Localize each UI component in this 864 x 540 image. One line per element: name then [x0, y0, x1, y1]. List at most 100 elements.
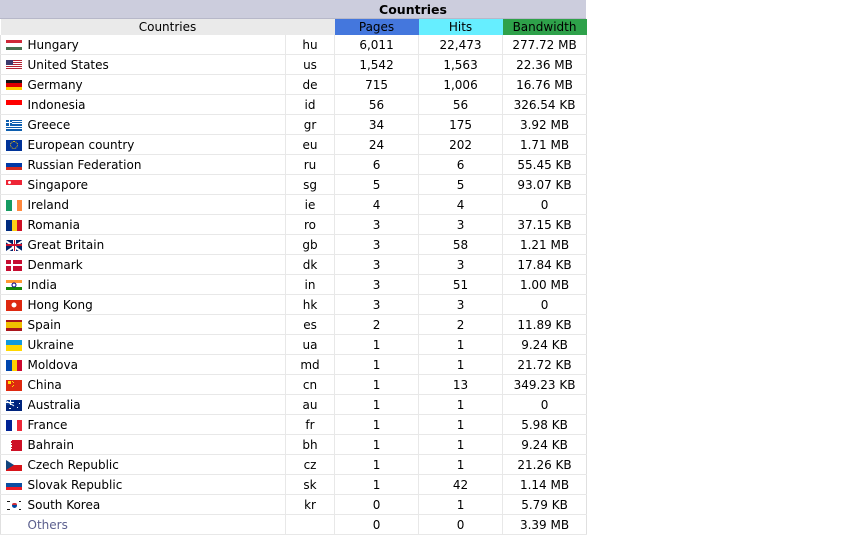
country-code-cell: ua [285, 334, 336, 355]
country-code-cell: kr [285, 494, 336, 515]
hits-cell: 1 [418, 334, 504, 355]
table-row[interactable]: Russian Federation ru 6 6 55.45 KB [0, 154, 588, 175]
table-row[interactable]: Romania ro 3 3 37.15 KB [0, 214, 588, 235]
table-row[interactable]: Ireland ie 4 4 0 [0, 194, 588, 215]
table-row[interactable]: European country eu 24 202 1.71 MB [0, 134, 588, 155]
country-name-cell: Australia [27, 394, 286, 415]
bandwidth-cell: 22.36 MB [502, 54, 588, 75]
country-flag-cell [0, 194, 28, 215]
bandwidth-cell: 37.15 KB [502, 214, 588, 235]
table-row[interactable]: South Korea kr 0 1 5.79 KB [0, 494, 588, 515]
country-code-cell: md [285, 354, 336, 375]
country-code-cell: id [285, 94, 336, 115]
table-row[interactable]: Indonesia id 56 56 326.54 KB [0, 94, 588, 115]
country-flag-cell [0, 94, 28, 115]
table-header-row: Countries Pages Hits Bandwidth [0, 19, 587, 35]
hits-cell: 3 [418, 294, 504, 315]
table-row[interactable]: Hong Kong hk 3 3 0 [0, 294, 588, 315]
bandwidth-cell: 326.54 KB [502, 94, 588, 115]
country-flag-cell [0, 74, 28, 95]
country-code-cell: eu [285, 134, 336, 155]
hits-cell: 58 [418, 234, 504, 255]
country-flag-cell [0, 394, 28, 415]
great-britain-flag [6, 239, 23, 251]
bandwidth-cell: 349.23 KB [502, 374, 588, 395]
table-row[interactable]: Slovak Republic sk 1 42 1.14 MB [0, 474, 588, 495]
hits-cell: 175 [418, 114, 504, 135]
table-row[interactable]: Bahrain bh 1 1 9.24 KB [0, 434, 588, 455]
hits-cell: 13 [418, 374, 504, 395]
country-code-cell: gb [285, 234, 336, 255]
column-header-bandwidth[interactable]: Bandwidth [502, 19, 587, 35]
country-code-cell: in [285, 274, 336, 295]
pages-cell: 34 [334, 114, 420, 135]
country-name-cell: Bahrain [27, 434, 286, 455]
singapore-flag [6, 179, 23, 191]
bandwidth-cell: 0 [502, 194, 588, 215]
pages-cell: 3 [334, 234, 420, 255]
country-name-cell: Hong Kong [27, 294, 286, 315]
country-flag-cell [0, 274, 28, 295]
country-flag-cell [0, 414, 28, 435]
country-name-cell: China [27, 374, 286, 395]
column-header-hits[interactable]: Hits [418, 19, 503, 35]
hits-cell: 1,563 [418, 54, 504, 75]
country-code-cell: hu [285, 35, 336, 55]
country-code-cell: sk [285, 474, 336, 495]
pages-cell: 3 [334, 294, 420, 315]
country-flag-cell [0, 154, 28, 175]
pages-cell: 24 [334, 134, 420, 155]
spain-flag [6, 319, 23, 331]
country-flag-cell [0, 134, 28, 155]
country-code-cell: gr [285, 114, 336, 135]
column-header-countries[interactable]: Countries [0, 19, 335, 35]
pages-cell: 4 [334, 194, 420, 215]
table-row[interactable]: France fr 1 1 5.98 KB [0, 414, 588, 435]
france-flag [6, 419, 23, 431]
bandwidth-cell: 1.00 MB [502, 274, 588, 295]
table-row[interactable]: Czech Republic cz 1 1 21.26 KB [0, 454, 588, 475]
table-row[interactable]: Singapore sg 5 5 93.07 KB [0, 174, 588, 195]
table-row[interactable]: Great Britain gb 3 58 1.21 MB [0, 234, 588, 255]
hong-kong-flag [6, 299, 23, 311]
pages-cell: 3 [334, 274, 420, 295]
country-flag-cell [0, 474, 28, 495]
country-flag-cell [0, 214, 28, 235]
table-row[interactable]: Denmark dk 3 3 17.84 KB [0, 254, 588, 275]
table-row[interactable]: Australia au 1 1 0 [0, 394, 588, 415]
country-code-cell: cz [285, 454, 336, 475]
table-row[interactable]: Moldova md 1 1 21.72 KB [0, 354, 588, 375]
czech-republic-flag [6, 459, 23, 471]
table-row[interactable]: Ukraine ua 1 1 9.24 KB [0, 334, 588, 355]
russia-flag [6, 159, 23, 171]
pages-cell: 5 [334, 174, 420, 195]
pages-cell: 6 [334, 154, 420, 175]
country-name-cell: France [27, 414, 286, 435]
table-row[interactable]: China cn 1 13 349.23 KB [0, 374, 588, 395]
pages-cell: 2 [334, 314, 420, 335]
country-flag-cell [0, 254, 28, 275]
table-row[interactable]: United States us 1,542 1,563 22.36 MB [0, 54, 588, 75]
pages-cell: 1 [334, 394, 420, 415]
table-row[interactable]: Hungary hu 6,011 22,473 277.72 MB [0, 35, 588, 55]
page-title: Countries [0, 0, 586, 19]
table-row[interactable]: Greece gr 34 175 3.92 MB [0, 114, 588, 135]
country-code-cell: ru [285, 154, 336, 175]
china-flag [6, 379, 23, 391]
country-flag-cell [0, 354, 28, 375]
country-flag-cell [0, 514, 28, 535]
country-name-cell: Ukraine [27, 334, 286, 355]
country-name-cell: Czech Republic [27, 454, 286, 475]
country-name-cell: Singapore [27, 174, 286, 195]
table-row[interactable]: Others 0 0 3.39 MB [0, 514, 588, 535]
table-row[interactable]: Germany de 715 1,006 16.76 MB [0, 74, 588, 95]
country-code-cell [285, 514, 336, 535]
pages-cell: 1 [334, 454, 420, 475]
country-code-cell: ie [285, 194, 336, 215]
column-header-pages[interactable]: Pages [334, 19, 419, 35]
bandwidth-cell: 1.14 MB [502, 474, 588, 495]
pages-cell: 1 [334, 434, 420, 455]
table-row[interactable]: India in 3 51 1.00 MB [0, 274, 588, 295]
table-row[interactable]: Spain es 2 2 11.89 KB [0, 314, 588, 335]
pages-cell: 0 [334, 494, 420, 515]
